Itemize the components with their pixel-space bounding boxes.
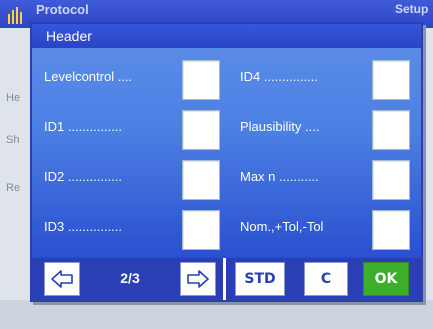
checkbox-id3[interactable] [182, 210, 220, 250]
dialog-title: Header [46, 28, 92, 44]
background-title-right: Setup [395, 2, 429, 16]
background-bottom-bar [0, 300, 433, 329]
arrow-left-icon [51, 270, 73, 288]
checkbox-nom-tol[interactable] [372, 210, 410, 250]
option-label-nom-tol: Nom.,+Tol,-Tol [240, 219, 324, 234]
option-label-max-n: Max n ........... [240, 169, 319, 184]
page-indicator: 2/3 [120, 270, 140, 286]
option-label-id1: ID1 ............... [44, 119, 123, 134]
balance-logo-icon [8, 7, 22, 24]
std-button-label: STD [244, 271, 276, 287]
previous-page-button[interactable] [44, 262, 80, 296]
checkbox-id1[interactable] [182, 110, 220, 150]
dialog-options-panel: Levelcontrol .... ID1 ............... ID… [32, 48, 421, 258]
footer-separator [223, 258, 226, 300]
option-label-id2: ID2 ............... [44, 169, 123, 184]
clear-button-label: C [320, 271, 332, 287]
checkbox-id2[interactable] [182, 160, 220, 200]
clear-button[interactable]: C [304, 262, 348, 296]
background-side-item: Re [6, 182, 21, 194]
checkbox-plausibility[interactable] [372, 110, 410, 150]
checkbox-max-n[interactable] [372, 160, 410, 200]
dialog-titlebar: Header [32, 24, 421, 48]
background-side-item: Sh [6, 134, 20, 146]
checkbox-levelcontrol[interactable] [182, 60, 220, 100]
option-label-id3: ID3 ............... [44, 219, 123, 234]
background-side-item: He [6, 92, 21, 104]
dialog-footer: 2/3 STD C OK [32, 258, 421, 300]
option-label-plausibility: Plausibility .... [240, 119, 320, 134]
option-label-id4: ID4 ............... [240, 69, 319, 84]
ok-button[interactable]: OK [363, 262, 409, 296]
arrow-right-icon [187, 270, 209, 288]
next-page-button[interactable] [180, 262, 216, 296]
ok-button-label: OK [374, 271, 398, 287]
option-label-levelcontrol: Levelcontrol .... [44, 69, 133, 84]
background-title: Protocol [36, 2, 89, 17]
header-dialog: Header Levelcontrol .... ID1 ...........… [30, 22, 423, 302]
checkbox-id4[interactable] [372, 60, 410, 100]
std-button[interactable]: STD [235, 262, 285, 296]
